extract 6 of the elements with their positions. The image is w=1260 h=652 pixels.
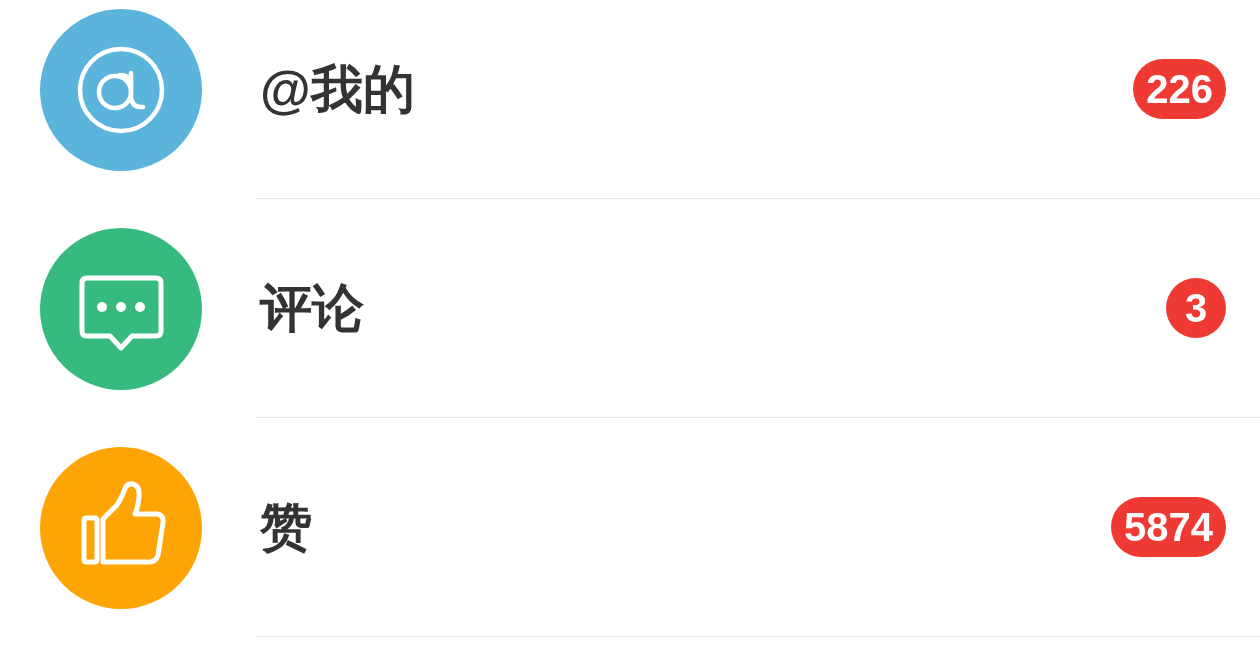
- unread-count-badge: 5874: [1111, 497, 1226, 557]
- menu-item-label: @我的: [259, 63, 415, 115]
- unread-count-badge: 3: [1166, 278, 1226, 338]
- menu-item-label: 评论: [258, 282, 364, 334]
- unread-count-badge: 226: [1133, 59, 1226, 119]
- menu-item-label: 赞: [259, 501, 312, 553]
